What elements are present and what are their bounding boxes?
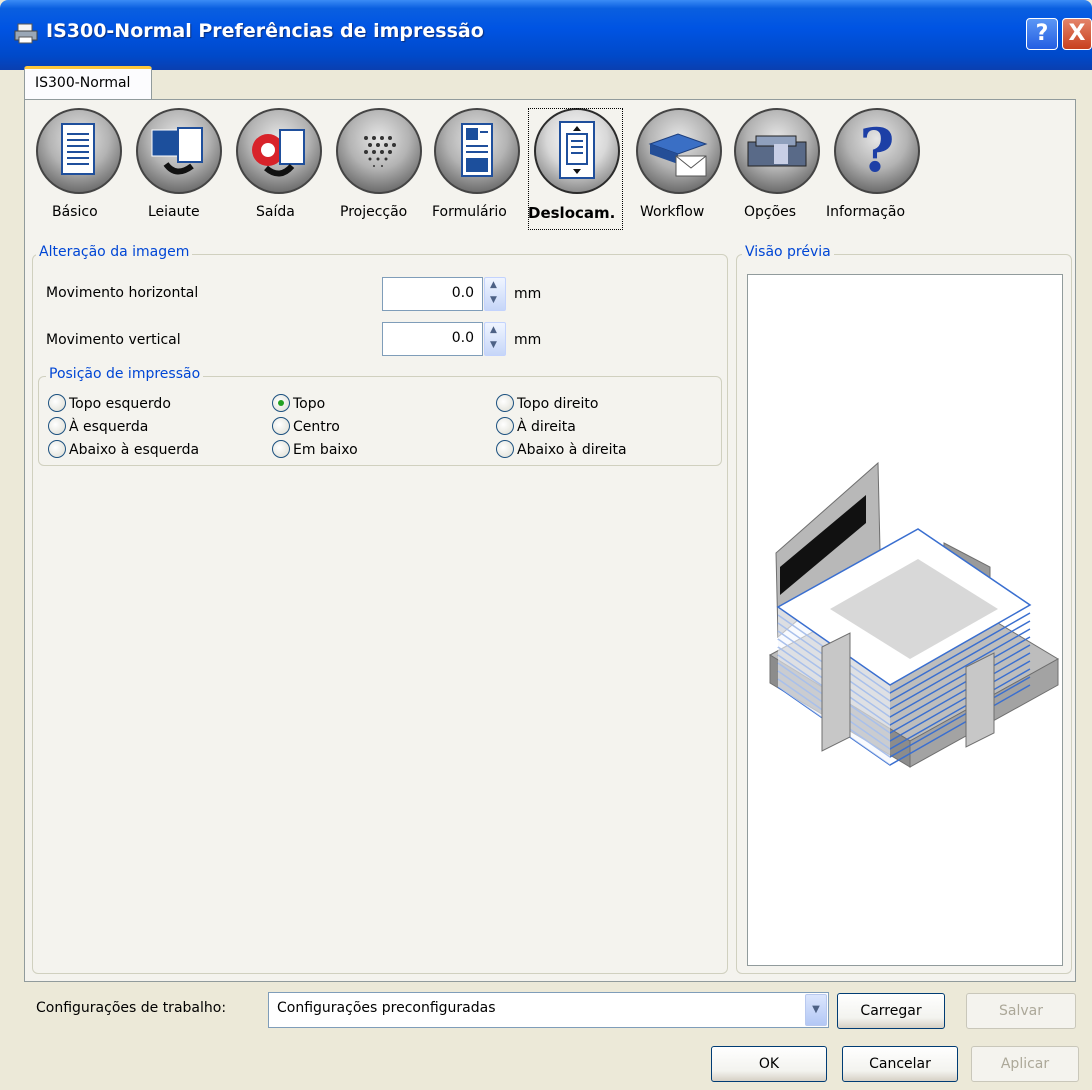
radio-label: À esquerda — [69, 419, 149, 435]
toolbar-options[interactable]: Opções — [732, 108, 822, 220]
vertical-shift-label: Movimento vertical — [46, 332, 181, 348]
radio-label: À direita — [517, 419, 576, 435]
image-shift-group — [32, 254, 728, 974]
radio-button — [272, 417, 290, 435]
toolbar-info[interactable]: ? Informação — [826, 108, 922, 220]
toolbar-basic[interactable]: Básico — [34, 108, 124, 220]
radio-bottom-right[interactable]: Abaixo à direita — [496, 440, 627, 458]
output-icon — [236, 108, 322, 194]
printer-icon — [14, 23, 38, 44]
radio-button — [496, 394, 514, 412]
print-preferences-dialog: IS300-Normal Preferências de impressão ?… — [0, 0, 1092, 1090]
spin-up-icon: ▲ — [490, 325, 497, 335]
radio-button — [48, 440, 66, 458]
radio-label: Topo direito — [517, 396, 599, 412]
toolbar-workflow[interactable]: Workflow — [634, 108, 724, 220]
radio-button — [496, 440, 514, 458]
job-settings-value: Configurações preconfiguradas — [277, 1000, 496, 1016]
radio-left[interactable]: À esquerda — [48, 417, 148, 435]
toolbar-info-label: Informação — [826, 204, 906, 220]
close-button[interactable]: X — [1062, 18, 1092, 50]
ok-button[interactable]: OK — [711, 1046, 827, 1082]
spin-down-icon: ▼ — [490, 340, 497, 350]
toolbar-workflow-label: Workflow — [640, 204, 705, 220]
toolbar-form-label: Formulário — [432, 204, 507, 220]
print-position-title: Posição de impressão — [46, 366, 204, 382]
toolbar-layout-label: Leiaute — [148, 204, 200, 220]
image-shift-title: Alteração da imagem — [36, 244, 193, 260]
job-settings-combobox[interactable]: Configurações preconfiguradas ▼ — [268, 992, 829, 1028]
paper-stack-preview-image — [768, 461, 1060, 768]
info-icon: ? — [834, 108, 920, 194]
radio-button — [272, 440, 290, 458]
help-button[interactable]: ? — [1026, 18, 1058, 50]
toolbar-projection[interactable]: Projecção — [334, 108, 424, 220]
toolbar-options-label: Opções — [744, 204, 797, 220]
window-title: IS300-Normal Preferências de impressão — [46, 20, 484, 42]
chevron-down-icon[interactable]: ▼ — [805, 994, 827, 1026]
radio-button — [48, 417, 66, 435]
radio-top[interactable]: Topo — [272, 394, 325, 412]
toolbar-layout[interactable]: Leiaute — [134, 108, 224, 220]
vertical-shift-spinner[interactable]: ▲ ▼ — [484, 322, 506, 356]
spin-down-icon: ▼ — [490, 295, 497, 305]
radio-label: Abaixo à esquerda — [69, 442, 200, 458]
preview-title: Visão prévia — [742, 244, 834, 260]
radio-label: Abaixo à direita — [517, 442, 627, 458]
title-bar[interactable]: IS300-Normal Preferências de impressão ?… — [0, 0, 1092, 70]
horizontal-unit: mm — [514, 286, 542, 302]
save-button[interactable]: Salvar — [966, 993, 1076, 1029]
layout-icon — [136, 108, 222, 194]
options-icon — [734, 108, 820, 194]
toolbar-basic-label: Básico — [52, 204, 98, 220]
horizontal-shift-spinner[interactable]: ▲ ▼ — [484, 277, 506, 311]
radio-label: Em baixo — [293, 442, 358, 458]
question-mark-glyph: ? — [859, 116, 895, 186]
form-icon — [434, 108, 520, 194]
apply-button[interactable]: Aplicar — [971, 1046, 1079, 1082]
vertical-shift-input[interactable]: 0.0 — [382, 322, 483, 356]
radio-button — [48, 394, 66, 412]
radio-bottom[interactable]: Em baixo — [272, 440, 358, 458]
radio-right[interactable]: À direita — [496, 417, 576, 435]
radio-label: Topo esquerdo — [69, 396, 171, 412]
document-icon — [36, 108, 122, 194]
radio-button-selected — [272, 394, 290, 412]
preview-panel — [747, 274, 1063, 966]
toolbar-output[interactable]: Saída — [234, 108, 324, 220]
radio-top-left[interactable]: Topo esquerdo — [48, 394, 171, 412]
radio-center[interactable]: Centro — [272, 417, 340, 435]
horizontal-shift-label: Movimento horizontal — [46, 285, 199, 301]
radio-button — [496, 417, 514, 435]
halftone-icon — [336, 108, 422, 194]
toolbar-output-label: Saída — [256, 204, 295, 220]
spin-up-icon: ▲ — [490, 280, 497, 290]
toolbar-form[interactable]: Formulário — [432, 108, 522, 220]
workflow-icon — [636, 108, 722, 194]
radio-top-right[interactable]: Topo direito — [496, 394, 598, 412]
vertical-unit: mm — [514, 332, 542, 348]
radio-bottom-left[interactable]: Abaixo à esquerda — [48, 440, 199, 458]
job-settings-label: Configurações de trabalho: — [36, 1000, 227, 1016]
horizontal-shift-input[interactable]: 0.0 — [382, 277, 483, 311]
tab-is300-normal[interactable]: IS300-Normal — [24, 66, 152, 100]
radio-label: Topo — [293, 396, 326, 412]
radio-label: Centro — [293, 419, 340, 435]
load-button[interactable]: Carregar — [837, 993, 945, 1029]
toolbar-projection-label: Projecção — [340, 204, 408, 220]
selection-focus-rectangle — [528, 108, 623, 230]
cancel-button[interactable]: Cancelar — [842, 1046, 958, 1082]
